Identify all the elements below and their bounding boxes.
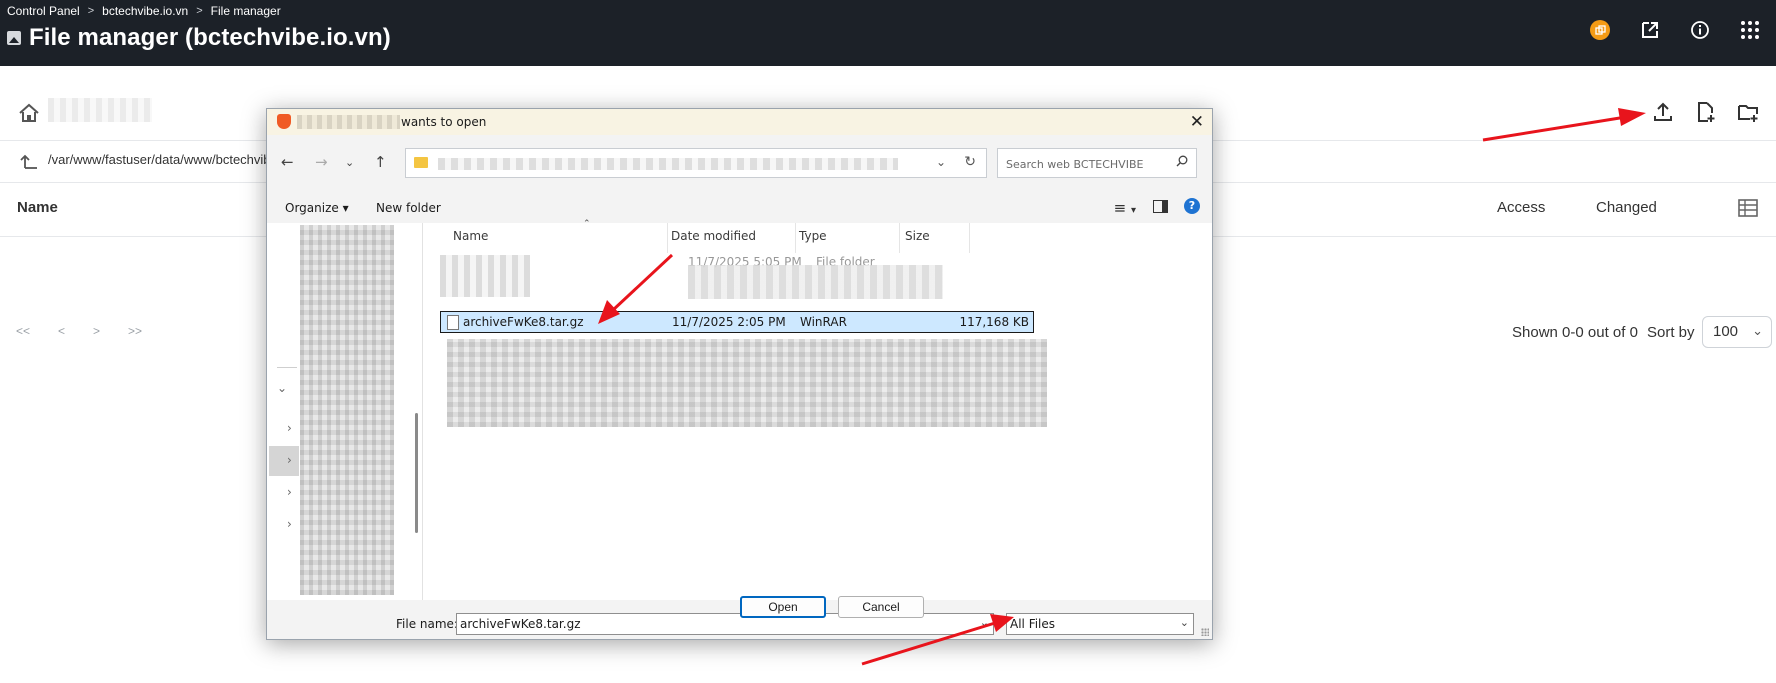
dialog-titlebar: wants to open ✕ xyxy=(267,109,1212,135)
resize-grip[interactable] xyxy=(1201,628,1209,636)
table-settings-icon[interactable] xyxy=(1738,199,1758,222)
info-icon[interactable] xyxy=(1688,18,1712,42)
search-icon xyxy=(1176,155,1188,170)
obscured-site-name xyxy=(48,98,152,122)
help-icon[interactable]: ? xyxy=(1184,198,1200,214)
column-name-label: Name xyxy=(453,229,489,243)
file-type-filter-value: All Files xyxy=(1010,617,1056,631)
upload-icon[interactable] xyxy=(1652,101,1674,128)
caret-down-icon: ▾ xyxy=(342,201,349,215)
file-open-dialog: wants to open ✕ ← → ⌄ ↑ ⌄ ↻ Organize ▾ N… xyxy=(266,108,1213,640)
obscured-folder-name xyxy=(440,255,530,297)
address-bar[interactable]: ⌄ ↻ xyxy=(405,148,987,178)
file-name-label: File name: xyxy=(396,617,458,631)
pagination: << < > >> xyxy=(16,324,142,338)
go-up-icon[interactable] xyxy=(20,153,38,176)
new-file-icon[interactable] xyxy=(1694,101,1716,128)
organize-menu[interactable]: Organize ▾ xyxy=(285,201,349,215)
file-name-input[interactable] xyxy=(460,616,960,632)
navigation-pane: ⌄ › › › › xyxy=(267,223,423,600)
first-page-button[interactable]: << xyxy=(16,324,30,338)
chevron-right-icon[interactable]: › xyxy=(287,517,292,531)
breadcrumb-file-manager: File manager xyxy=(210,4,281,18)
file-date: 11/7/2025 2:05 PM xyxy=(672,315,786,329)
column-changed-header[interactable]: Changed xyxy=(1596,199,1657,216)
annotation-arrow-upload xyxy=(1482,108,1646,142)
page-title: File manager (bctechvibe.io.vn) xyxy=(29,24,391,51)
current-path: /var/www/fastuser/data/www/bctechvib xyxy=(48,152,271,167)
breadcrumb: Control Panel > bctechvibe.io.vn > File … xyxy=(7,4,281,18)
file-name: archiveFwKe8.tar.gz xyxy=(463,315,584,329)
file-list: Name ⌃ Date modified Type Size 11/7/2025 … xyxy=(423,219,1212,600)
cancel-button[interactable]: Cancel xyxy=(838,596,924,618)
home-icon[interactable] xyxy=(18,103,40,128)
organize-label: Organize xyxy=(285,201,339,215)
page-size-value: 100 xyxy=(1713,323,1739,340)
column-type-header[interactable]: Type xyxy=(799,223,900,253)
search-field[interactable] xyxy=(997,148,1197,178)
column-name-header[interactable]: Name ⌃ xyxy=(453,219,668,253)
back-arrow-icon[interactable]: ← xyxy=(281,153,294,171)
chevron-down-icon: ⌄ xyxy=(1179,616,1189,629)
open-button[interactable]: Open xyxy=(740,596,826,618)
folder-row[interactable]: 11/7/2025 5:05 PM File folder xyxy=(440,251,960,303)
recent-locations-chevron-icon[interactable]: ⌄ xyxy=(345,156,354,169)
obscured-path xyxy=(438,158,898,170)
column-name-header[interactable]: Name xyxy=(17,199,58,216)
top-header: Control Panel > bctechvibe.io.vn > File … xyxy=(0,0,1776,66)
chevron-down-icon: ⌄ xyxy=(1752,323,1763,338)
close-icon[interactable]: ✕ xyxy=(1190,112,1204,132)
page-size-select[interactable]: 100 ⌄ xyxy=(1702,316,1772,348)
preview-pane-icon[interactable] xyxy=(1153,200,1168,213)
column-size-header[interactable]: Size xyxy=(905,223,970,253)
new-folder-button[interactable]: New folder xyxy=(376,201,441,215)
sort-by-label: Sort by xyxy=(1647,324,1695,341)
chevron-down-icon[interactable]: ⌄ xyxy=(936,155,946,169)
dialog-toolbar: Organize ▾ New folder ≡ ▾ ? xyxy=(267,193,1212,223)
up-folder-arrow-icon[interactable]: ↑ xyxy=(374,153,387,171)
chevron-down-icon[interactable]: ⌄ xyxy=(980,616,989,629)
forward-arrow-icon[interactable]: → xyxy=(315,153,328,171)
obscured-file-rows xyxy=(447,339,1047,427)
selected-file-row[interactable]: archiveFwKe8.tar.gz 11/7/2025 2:05 PM Wi… xyxy=(440,311,1034,333)
dialog-title: wants to open xyxy=(401,115,487,129)
file-icon xyxy=(447,315,459,330)
obscured-navigation-items xyxy=(300,225,394,595)
column-date-header[interactable]: Date modified xyxy=(671,223,796,253)
divider xyxy=(277,367,297,368)
navigation-scrollbar[interactable] xyxy=(415,413,418,533)
chevron-right-icon[interactable]: › xyxy=(287,485,292,499)
new-folder-icon[interactable] xyxy=(1737,101,1759,128)
items-shown-count: Shown 0-0 out of 0 xyxy=(1512,324,1638,341)
chevron-right-icon: > xyxy=(87,5,95,17)
chevron-right-icon: > xyxy=(196,5,203,17)
folder-icon xyxy=(414,157,428,168)
selected-nav-item[interactable] xyxy=(269,446,299,476)
open-external-icon[interactable] xyxy=(1638,18,1662,42)
navigation-bar: ← → ⌄ ↑ ⌄ ↻ xyxy=(267,145,1212,181)
notifications-badge-icon[interactable] xyxy=(1588,18,1612,42)
chevron-down-icon[interactable]: ⌄ xyxy=(277,381,287,395)
view-options-icon[interactable]: ≡ ▾ xyxy=(1114,199,1136,217)
next-page-button[interactable]: > xyxy=(93,324,100,338)
chevron-right-icon[interactable]: › xyxy=(287,453,292,467)
image-icon xyxy=(7,31,21,45)
file-type-filter[interactable]: All Files ⌄ xyxy=(1006,613,1194,635)
last-page-button[interactable]: >> xyxy=(128,324,142,338)
obscured-folder-details xyxy=(688,265,943,299)
prev-page-button[interactable]: < xyxy=(58,324,65,338)
search-input[interactable] xyxy=(1004,154,1168,174)
column-access-header[interactable]: Access xyxy=(1497,199,1545,216)
file-size: 117,168 KB xyxy=(959,315,1029,329)
file-type: WinRAR xyxy=(800,315,847,329)
sort-ascending-icon: ⌃ xyxy=(583,219,591,229)
refresh-icon[interactable]: ↻ xyxy=(964,154,976,170)
chevron-right-icon[interactable]: › xyxy=(287,421,292,435)
browser-logo-icon xyxy=(277,114,291,129)
breadcrumb-control-panel[interactable]: Control Panel xyxy=(7,4,80,18)
breadcrumb-site[interactable]: bctechvibe.io.vn xyxy=(102,4,188,18)
obscured-site-name xyxy=(297,115,400,129)
apps-grid-icon[interactable] xyxy=(1738,18,1762,42)
